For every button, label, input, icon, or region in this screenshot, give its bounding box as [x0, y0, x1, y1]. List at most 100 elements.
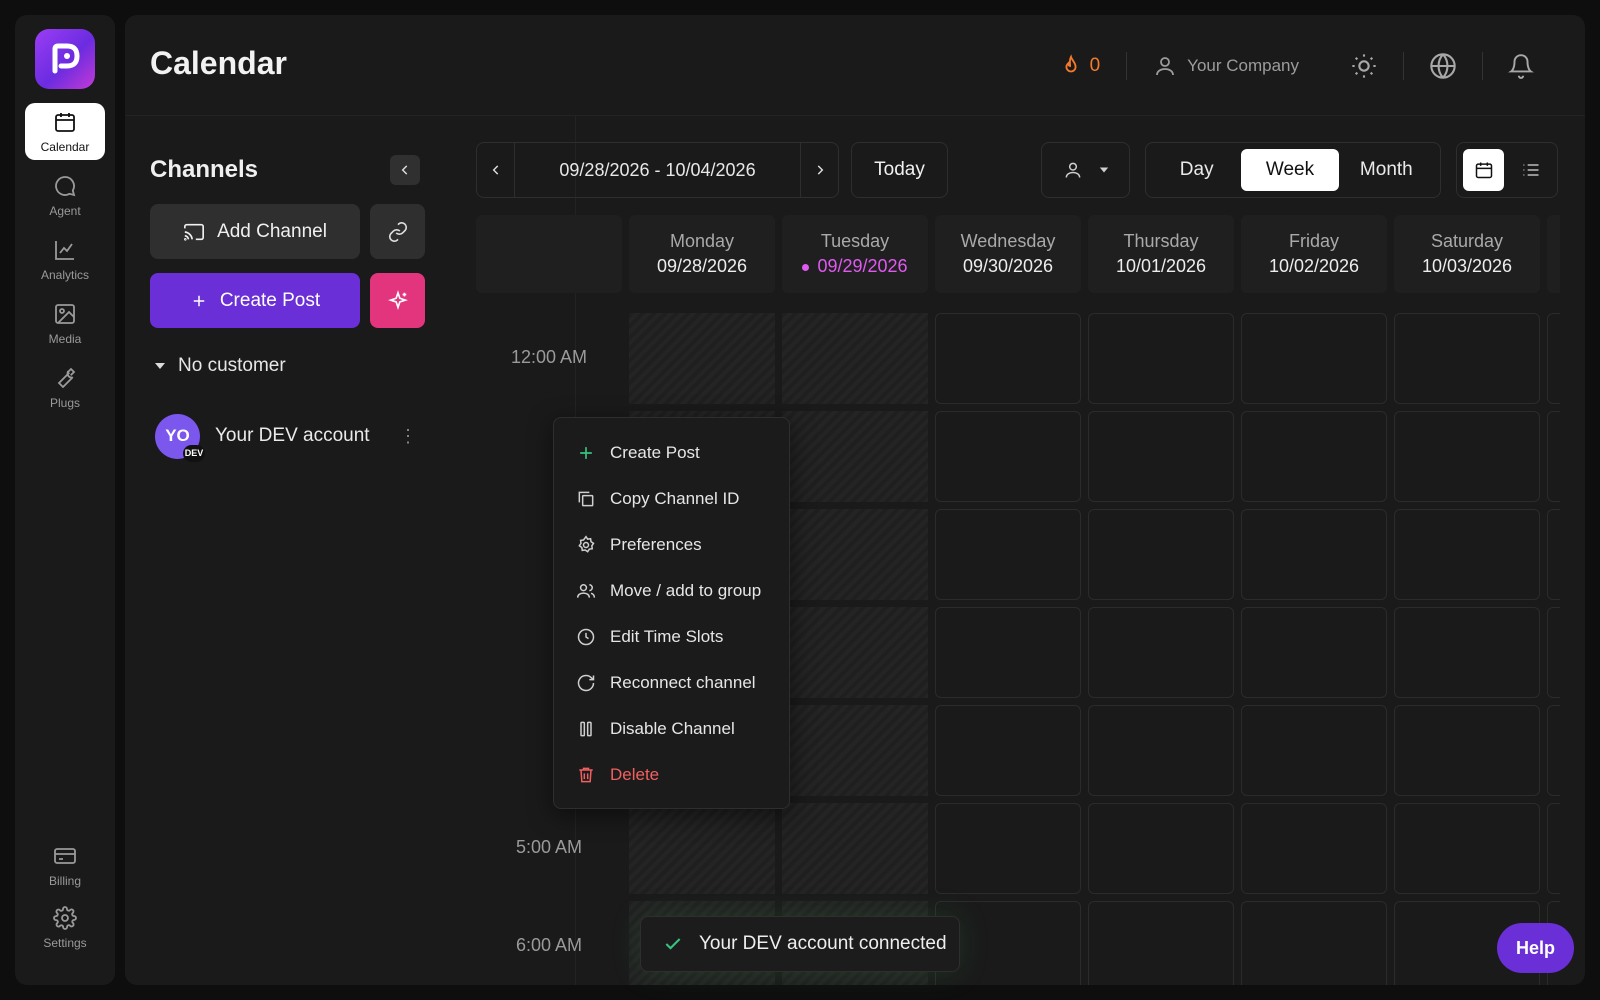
top-bar-actions: 0 Your Company	[1060, 51, 1559, 81]
time-slot[interactable]	[935, 705, 1081, 796]
time-slot[interactable]	[1241, 901, 1387, 985]
chevron-right-icon	[817, 165, 823, 175]
time-slot[interactable]	[1241, 803, 1387, 894]
language-button[interactable]	[1404, 52, 1482, 80]
streak-counter[interactable]: 0	[1060, 54, 1127, 78]
menu-copy-channel-id[interactable]: Copy Channel ID	[554, 476, 789, 522]
collapse-channels-button[interactable]	[390, 155, 420, 185]
time-label: 12:00 AM	[510, 347, 588, 367]
company-selector[interactable]: Your Company	[1127, 54, 1325, 78]
nav-label-settings: Settings	[43, 935, 87, 950]
time-slot[interactable]	[1241, 509, 1387, 600]
next-week-button[interactable]	[801, 143, 838, 197]
toast-message: Your DEV account connected	[699, 933, 947, 954]
time-slot[interactable]	[1088, 705, 1234, 796]
time-slot[interactable]	[1088, 411, 1234, 502]
time-slot	[629, 313, 775, 404]
date-range[interactable]: 09/28/2026 - 10/04/2026	[514, 143, 801, 197]
time-slot[interactable]	[1394, 313, 1540, 404]
nav-billing[interactable]: Billing	[25, 837, 105, 894]
time-slot[interactable]	[1088, 901, 1234, 985]
link-channel-button[interactable]	[370, 204, 425, 259]
add-channel-label: Add Channel	[217, 220, 327, 242]
trash-icon	[579, 767, 593, 783]
menu-edit-time-slots[interactable]: Edit Time Slots	[554, 614, 789, 660]
day-date: 09/28/2026	[656, 256, 748, 276]
ai-generate-button[interactable]	[370, 273, 425, 328]
view-tab-day[interactable]: Day	[1152, 149, 1241, 191]
today-button[interactable]: Today	[851, 142, 948, 198]
display-switcher	[1456, 142, 1558, 198]
time-slot[interactable]	[1088, 607, 1234, 698]
time-slot[interactable]	[1088, 803, 1234, 894]
menu-move-group[interactable]: Move / add to group	[554, 568, 789, 614]
main-panel: Calendar 0 Your Company Channels Add Cha…	[125, 15, 1585, 985]
nav-analytics[interactable]: Analytics	[25, 231, 105, 288]
menu-item-label: Reconnect channel	[610, 673, 756, 692]
menu-create-post[interactable]: Create Post	[554, 430, 789, 476]
app-logo[interactable]	[35, 29, 95, 89]
time-slot[interactable]	[1241, 313, 1387, 404]
time-slot[interactable]	[1394, 607, 1540, 698]
time-slot[interactable]	[1394, 803, 1540, 894]
grid-corner	[476, 215, 622, 293]
nav-plugs[interactable]: Plugs	[25, 359, 105, 416]
time-slot[interactable]	[1241, 411, 1387, 502]
time-slot[interactable]	[1547, 411, 1560, 502]
avatar: YO DEV	[155, 413, 205, 462]
theme-toggle[interactable]	[1325, 52, 1403, 80]
create-post-button[interactable]: Create Post	[150, 273, 360, 328]
page-title: Calendar	[150, 45, 287, 81]
nav-media[interactable]: Media	[25, 295, 105, 352]
nav-agent[interactable]: Agent	[25, 167, 105, 224]
logo-icon	[52, 43, 80, 74]
day-header	[1547, 215, 1560, 293]
time-slot[interactable]	[935, 313, 1081, 404]
menu-preferences[interactable]: Preferences	[554, 522, 789, 568]
nav-settings[interactable]: Settings	[25, 899, 105, 956]
day-name: Wednesday	[960, 231, 1056, 251]
time-slot[interactable]	[1547, 509, 1560, 600]
time-slot[interactable]	[1547, 607, 1560, 698]
list-view-button[interactable]	[1510, 149, 1551, 191]
time-slot[interactable]	[935, 803, 1081, 894]
chevron-left-icon	[492, 165, 498, 175]
time-slot[interactable]	[1241, 607, 1387, 698]
more-options-icon[interactable]: ⋮	[399, 427, 423, 445]
channel-account[interactable]: YO DEV Your DEV account ⋮	[155, 413, 423, 462]
add-channel-button[interactable]: Add Channel	[150, 204, 360, 259]
gear-icon	[53, 905, 77, 930]
view-tab-month[interactable]: Month	[1339, 149, 1434, 191]
customer-select[interactable]	[1041, 142, 1130, 198]
account-name: Your DEV account	[215, 425, 370, 446]
help-button[interactable]: Help	[1497, 923, 1574, 973]
image-icon	[55, 303, 75, 324]
menu-delete[interactable]: Delete	[554, 752, 789, 798]
time-slot[interactable]	[1547, 803, 1560, 894]
menu-item-label: Preferences	[610, 535, 702, 554]
time-slot[interactable]	[1547, 705, 1560, 796]
menu-disable-channel[interactable]: Disable Channel	[554, 706, 789, 752]
time-slot[interactable]	[1547, 313, 1560, 404]
time-slot[interactable]	[935, 607, 1081, 698]
view-tab-week[interactable]: Week	[1241, 149, 1339, 191]
time-slot[interactable]	[1394, 705, 1540, 796]
sun-icon	[1352, 54, 1376, 78]
week-navigator: 09/28/2026 - 10/04/2026	[476, 142, 839, 198]
time-slot[interactable]	[1241, 705, 1387, 796]
menu-item-label: Edit Time Slots	[610, 627, 724, 646]
day-name: Tuesday	[820, 231, 890, 251]
notifications-button[interactable]	[1483, 52, 1559, 80]
time-slot[interactable]	[935, 411, 1081, 502]
time-slot[interactable]	[1088, 509, 1234, 600]
time-slot[interactable]	[1394, 411, 1540, 502]
cast-icon	[184, 223, 205, 241]
previous-week-button[interactable]	[477, 143, 514, 197]
nav-calendar[interactable]: Calendar	[25, 103, 105, 160]
time-slot[interactable]	[935, 509, 1081, 600]
time-slot[interactable]	[1394, 509, 1540, 600]
menu-reconnect-channel[interactable]: Reconnect channel	[554, 660, 789, 706]
calendar-view-button[interactable]	[1463, 149, 1504, 191]
time-slot[interactable]	[1088, 313, 1234, 404]
customer-group-toggle[interactable]: No customer	[154, 355, 286, 377]
